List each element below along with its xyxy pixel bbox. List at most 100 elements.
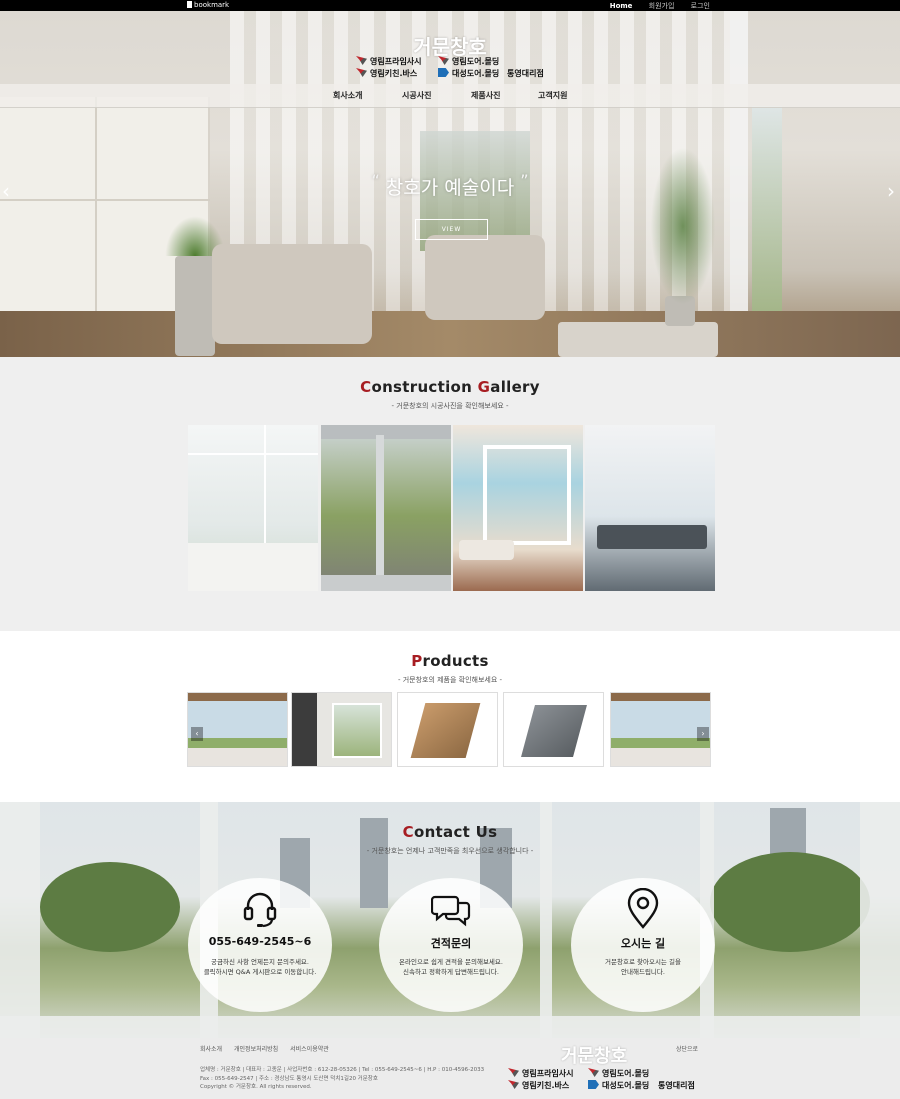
contact-card-phone[interactable]: 055-649-2545~6 궁금하신 사항 언제든지 문의주세요. 클릭하시면 …	[188, 878, 332, 1012]
sofa-shape	[188, 543, 318, 591]
product-image[interactable]	[291, 692, 392, 767]
hero-bg-planter	[175, 256, 215, 356]
hero-headline: 창호가 예술이다	[385, 177, 515, 199]
top-bar: bookmark Home 회원가입 로그인	[0, 0, 900, 11]
main-nav: 회사소개 시공사진 제품사진 고객지원	[0, 84, 900, 108]
hero-slider: 거문창호 영림프라임사시 영림도어.몰딩 영림키친.바스 대성도어.몰딩 통영대…	[0, 11, 900, 357]
directions-desc: 거문창호로 찾아오시는 길을 안내해드립니다.	[605, 958, 681, 976]
products-subtitle: - 거문창호의 제품을 확인해보세요 -	[397, 676, 503, 684]
gallery-image[interactable]	[585, 425, 715, 591]
products-prev-icon[interactable]: ‹	[191, 727, 203, 741]
brand-item[interactable]: 영림도어.몰딩	[438, 56, 499, 67]
gallery-image[interactable]	[321, 425, 451, 591]
brand-item[interactable]: 영림프라임사시	[356, 56, 422, 67]
bg-window-frame	[0, 1016, 900, 1038]
estimate-desc: 온라인으로 쉽게 견적을 문의해보세요. 신속하고 정확하게 답변해드립니다.	[399, 958, 503, 976]
door-frame	[321, 425, 451, 439]
door-frame	[376, 435, 384, 591]
footer-links: 회사소개 개인정보처리방침 서비스이용약관	[200, 1044, 339, 1053]
signup-link[interactable]: 회원가입	[649, 2, 675, 10]
brand-item[interactable]: 통영대리점	[658, 1080, 695, 1091]
brand-logo-icon	[356, 56, 367, 65]
nav-item-support[interactable]: 고객지원	[538, 90, 567, 101]
brand-logo-icon	[588, 1068, 599, 1077]
contact-subtitle: - 거문창호는 언제나 고객만족을 최우선으로 생각합니다 -	[366, 847, 534, 855]
contact-title: Contact Us	[402, 823, 498, 841]
phone-desc: 궁금하신 사항 언제든지 문의주세요. 클릭하시면 Q&A 게시판으로 이동합니다…	[203, 958, 317, 976]
gallery-title: Construction Gallery	[360, 378, 540, 396]
close-quote: ”	[520, 171, 529, 190]
top-links: Home 회원가입 로그인	[596, 1, 710, 11]
product-image[interactable]	[610, 692, 711, 767]
construction-gallery-section: Construction Gallery - 거문창호의 시공사진을 확인해보세…	[0, 357, 900, 631]
brand-logo-icon	[438, 56, 449, 65]
hero-bg-line	[95, 97, 97, 322]
directions-title: 오시는 길	[620, 937, 666, 950]
brand-item[interactable]: 영림도어.몰딩	[588, 1068, 649, 1079]
chat-bubbles-icon	[431, 895, 471, 927]
product-image[interactable]	[397, 692, 498, 767]
hero-bg-ottoman	[558, 322, 718, 357]
view-button[interactable]: VIEW	[415, 219, 488, 240]
brand-item[interactable]: 영림키친.바스	[356, 68, 417, 79]
window-shape	[332, 703, 382, 758]
headset-icon	[243, 892, 277, 928]
products-section: Products - 거문창호의 제품을 확인해보세요 - ‹ ›	[0, 631, 900, 802]
sofa-shape	[597, 525, 707, 549]
footer: 회사소개 개인정보처리방침 서비스이용약관 상단으로 업체명 : 거문창호 | …	[0, 1038, 900, 1099]
contact-card-directions[interactable]: 오시는 길 거문창호로 찾아오시는 길을 안내해드립니다.	[571, 878, 715, 1012]
home-link[interactable]: Home	[610, 2, 633, 10]
window-frame	[483, 445, 571, 545]
door-frame	[321, 575, 451, 591]
hero-bg-plant	[648, 141, 718, 311]
brand-item[interactable]: 대성도어.몰딩	[588, 1080, 649, 1091]
hero-caption: “ 창호가 예술이다 ”	[0, 171, 900, 200]
brand-logo-icon	[588, 1080, 599, 1089]
login-link[interactable]: 로그인	[691, 2, 710, 10]
bg-tree	[40, 862, 180, 952]
brand-logo-icon	[438, 68, 449, 77]
brand-item[interactable]: 통영대리점	[507, 68, 544, 79]
nav-item-company[interactable]: 회사소개	[333, 90, 362, 101]
product-image[interactable]	[503, 692, 604, 767]
bookmark-link[interactable]: bookmark	[187, 1, 229, 9]
estimate-title: 견적문의	[430, 937, 472, 950]
brand-logo-icon	[356, 68, 367, 77]
contact-section: Contact Us - 거문창호는 언제나 고객만족을 최우선으로 생각합니다…	[0, 802, 900, 1038]
slider-dots	[443, 349, 459, 357]
profile-section	[410, 703, 481, 758]
gallery-image[interactable]	[453, 425, 583, 591]
footer-link-privacy[interactable]: 개인정보처리방침	[234, 1046, 278, 1053]
gallery-subtitle: - 거문창호의 시공사진을 확인해보세요 -	[391, 402, 509, 410]
bg-tree	[710, 852, 870, 952]
brand-item[interactable]: 대성도어.몰딩	[438, 68, 499, 79]
window-mullion	[264, 425, 266, 545]
brand-item[interactable]: 영림키친.바스	[508, 1080, 569, 1091]
sofa-shape	[459, 540, 514, 560]
profile-section	[521, 705, 587, 757]
footer-link-company[interactable]: 회사소개	[200, 1046, 222, 1053]
slider-prev-icon[interactable]: ‹	[2, 179, 10, 203]
nav-item-products[interactable]: 제품사진	[471, 90, 500, 101]
phone-number: 055-649-2545~6	[208, 935, 312, 948]
company-info: 업체명 : 거문창호 | 대표자 : 고종운 | 사업자번호 : 612-28-…	[200, 1067, 485, 1090]
footer-logo: 거문창호	[561, 1046, 628, 1067]
window-mullion	[188, 453, 318, 455]
footer-link-terms[interactable]: 서비스이용약관	[290, 1046, 329, 1053]
contact-card-estimate[interactable]: 견적문의 온라인으로 쉽게 견적을 문의해보세요. 신속하고 정확하게 답변해드립…	[379, 878, 523, 1012]
back-to-top-link[interactable]: 상단으로	[676, 1044, 698, 1053]
nav-item-construction[interactable]: 시공사진	[402, 90, 431, 101]
hero-bg-sofa	[212, 244, 372, 344]
bookmark-icon	[187, 1, 192, 8]
products-title: Products	[411, 652, 489, 670]
gallery-image[interactable]	[188, 425, 318, 591]
location-pin-icon	[627, 888, 659, 929]
hero-bg-sofa	[425, 235, 545, 320]
open-quote: “	[371, 171, 380, 190]
slider-next-icon[interactable]: ›	[887, 179, 895, 203]
brand-logo-icon	[508, 1080, 519, 1089]
brand-item[interactable]: 영림프라임사시	[508, 1068, 574, 1079]
brand-logo-icon	[508, 1068, 519, 1077]
site-header: 거문창호 영림프라임사시 영림도어.몰딩 영림키친.바스 대성도어.몰딩 통영대…	[0, 26, 900, 86]
products-next-icon[interactable]: ›	[697, 727, 709, 741]
